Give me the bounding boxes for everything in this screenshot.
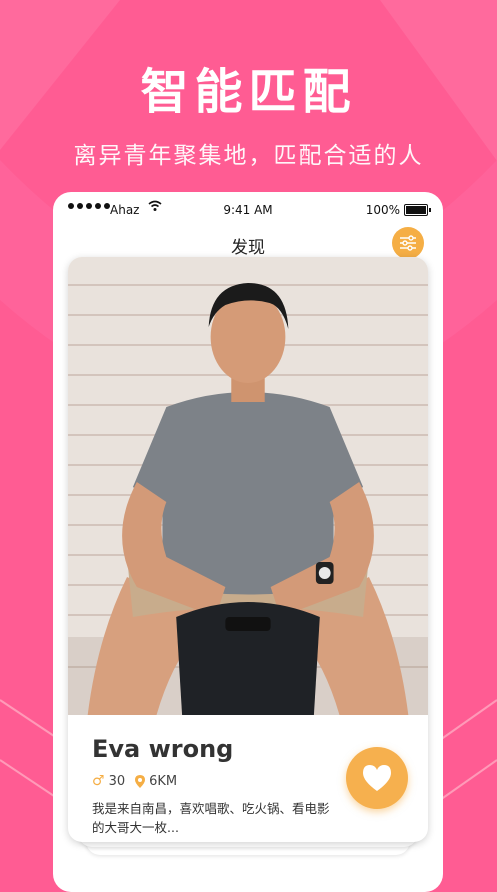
phone-frame: Ahaz 9:41 AM 100% 发现 Eva wrong ♂ 30 6KM … <box>53 192 443 892</box>
promo-headline: 智能匹配 <box>140 64 357 120</box>
filter-button[interactable] <box>392 227 424 259</box>
battery-icon <box>404 204 431 216</box>
battery-percent: 100% <box>365 203 400 217</box>
page-title: 发现 <box>231 238 265 258</box>
status-bar: Ahaz 9:41 AM 100% <box>56 195 440 225</box>
profile-name: Eva wrong <box>92 735 234 763</box>
profile-meta: ♂ 30 6KM <box>92 773 177 789</box>
profile-info: Eva wrong ♂ 30 6KM 我是来自南昌，喜欢唱歌、吃火锅、看电影的大… <box>68 715 428 842</box>
profile-distance: 6KM <box>149 773 178 789</box>
promo-subline: 离异青年聚集地，匹配合适的人 <box>73 143 424 169</box>
profile-age: 30 <box>108 773 126 789</box>
profile-card[interactable]: Eva wrong ♂ 30 6KM 我是来自南昌，喜欢唱歌、吃火锅、看电影的大… <box>68 257 428 842</box>
profile-bio: 我是来自南昌，喜欢唱歌、吃火锅、看电影的大哥大一枚... <box>92 801 330 835</box>
location-pin-icon <box>135 774 146 788</box>
male-icon: ♂ <box>92 773 105 789</box>
filter-sliders-icon <box>400 235 416 251</box>
heart-icon <box>363 765 391 791</box>
like-button[interactable] <box>346 747 408 809</box>
profile-photo <box>68 257 428 715</box>
